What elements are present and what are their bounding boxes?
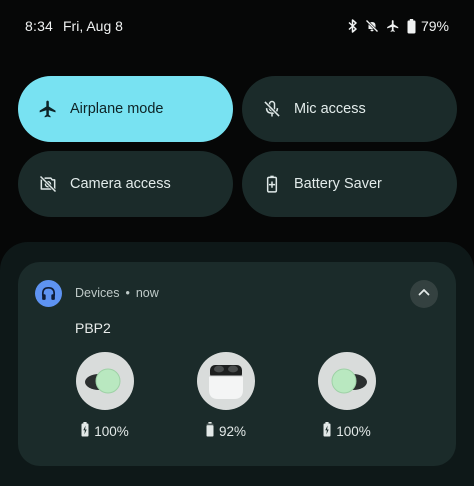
- right-earbud-battery-percent: 100%: [336, 423, 371, 439]
- charging-battery-icon: [323, 422, 331, 440]
- header-separator: •: [125, 286, 130, 300]
- status-bar: 8:34 Fri, Aug 8 79%: [0, 0, 474, 52]
- camera-off-icon: [36, 172, 60, 196]
- charging-case[interactable]: 92%: [197, 352, 255, 439]
- left-earbud[interactable]: 100%: [76, 352, 134, 439]
- airplane-icon: [36, 97, 60, 121]
- left-earbud-icon: [76, 352, 134, 410]
- charging-case-battery-percent: 92%: [218, 423, 247, 439]
- device-name-title: PBP2: [75, 320, 111, 336]
- left-earbud-battery: 100%: [68, 422, 142, 440]
- tile-label: Battery Saver: [294, 176, 382, 192]
- battery-icon: [407, 18, 416, 34]
- charging-battery-icon: [81, 422, 89, 440]
- right-earbud-icon: [318, 352, 376, 410]
- status-time: 8:34: [25, 18, 54, 34]
- headphones-icon: [35, 280, 62, 307]
- tile-mic-access[interactable]: Mic access: [242, 76, 457, 142]
- quick-settings-screen: 8:34 Fri, Aug 8 79% Airplane mode Mic ac…: [0, 0, 474, 486]
- tile-camera-access[interactable]: Camera access: [18, 151, 233, 217]
- tile-airplane-mode[interactable]: Airplane mode: [18, 76, 233, 142]
- right-earbud[interactable]: 100%: [318, 352, 376, 439]
- collapse-button[interactable]: [410, 280, 438, 308]
- status-date: Fri, Aug 8: [63, 18, 123, 34]
- battery-percent: 79%: [420, 18, 449, 34]
- right-earbud-battery: 100%: [310, 422, 384, 440]
- chevron-up-icon: [417, 285, 431, 304]
- status-icons: 79%: [348, 16, 449, 36]
- notification-time: now: [135, 286, 159, 300]
- notification-header: Devices • now: [75, 286, 159, 300]
- bluetooth-icon: [348, 19, 358, 33]
- battery-saver-icon: [260, 172, 284, 196]
- charging-case-battery: 92%: [189, 422, 263, 440]
- battery-icon: [206, 422, 214, 440]
- tile-label: Camera access: [70, 176, 171, 192]
- airplane-icon: [386, 19, 400, 33]
- notification-app-name: Devices: [75, 286, 120, 300]
- devices-notification[interactable]: Devices • now PBP2 100% 92% 100%: [18, 262, 456, 466]
- ring-muted-icon: [365, 19, 379, 33]
- tile-label: Airplane mode: [70, 101, 164, 117]
- tile-battery-saver[interactable]: Battery Saver: [242, 151, 457, 217]
- left-earbud-battery-percent: 100%: [94, 423, 129, 439]
- charging-case-icon: [197, 352, 255, 410]
- tile-label: Mic access: [294, 101, 366, 117]
- mic-off-icon: [260, 97, 284, 121]
